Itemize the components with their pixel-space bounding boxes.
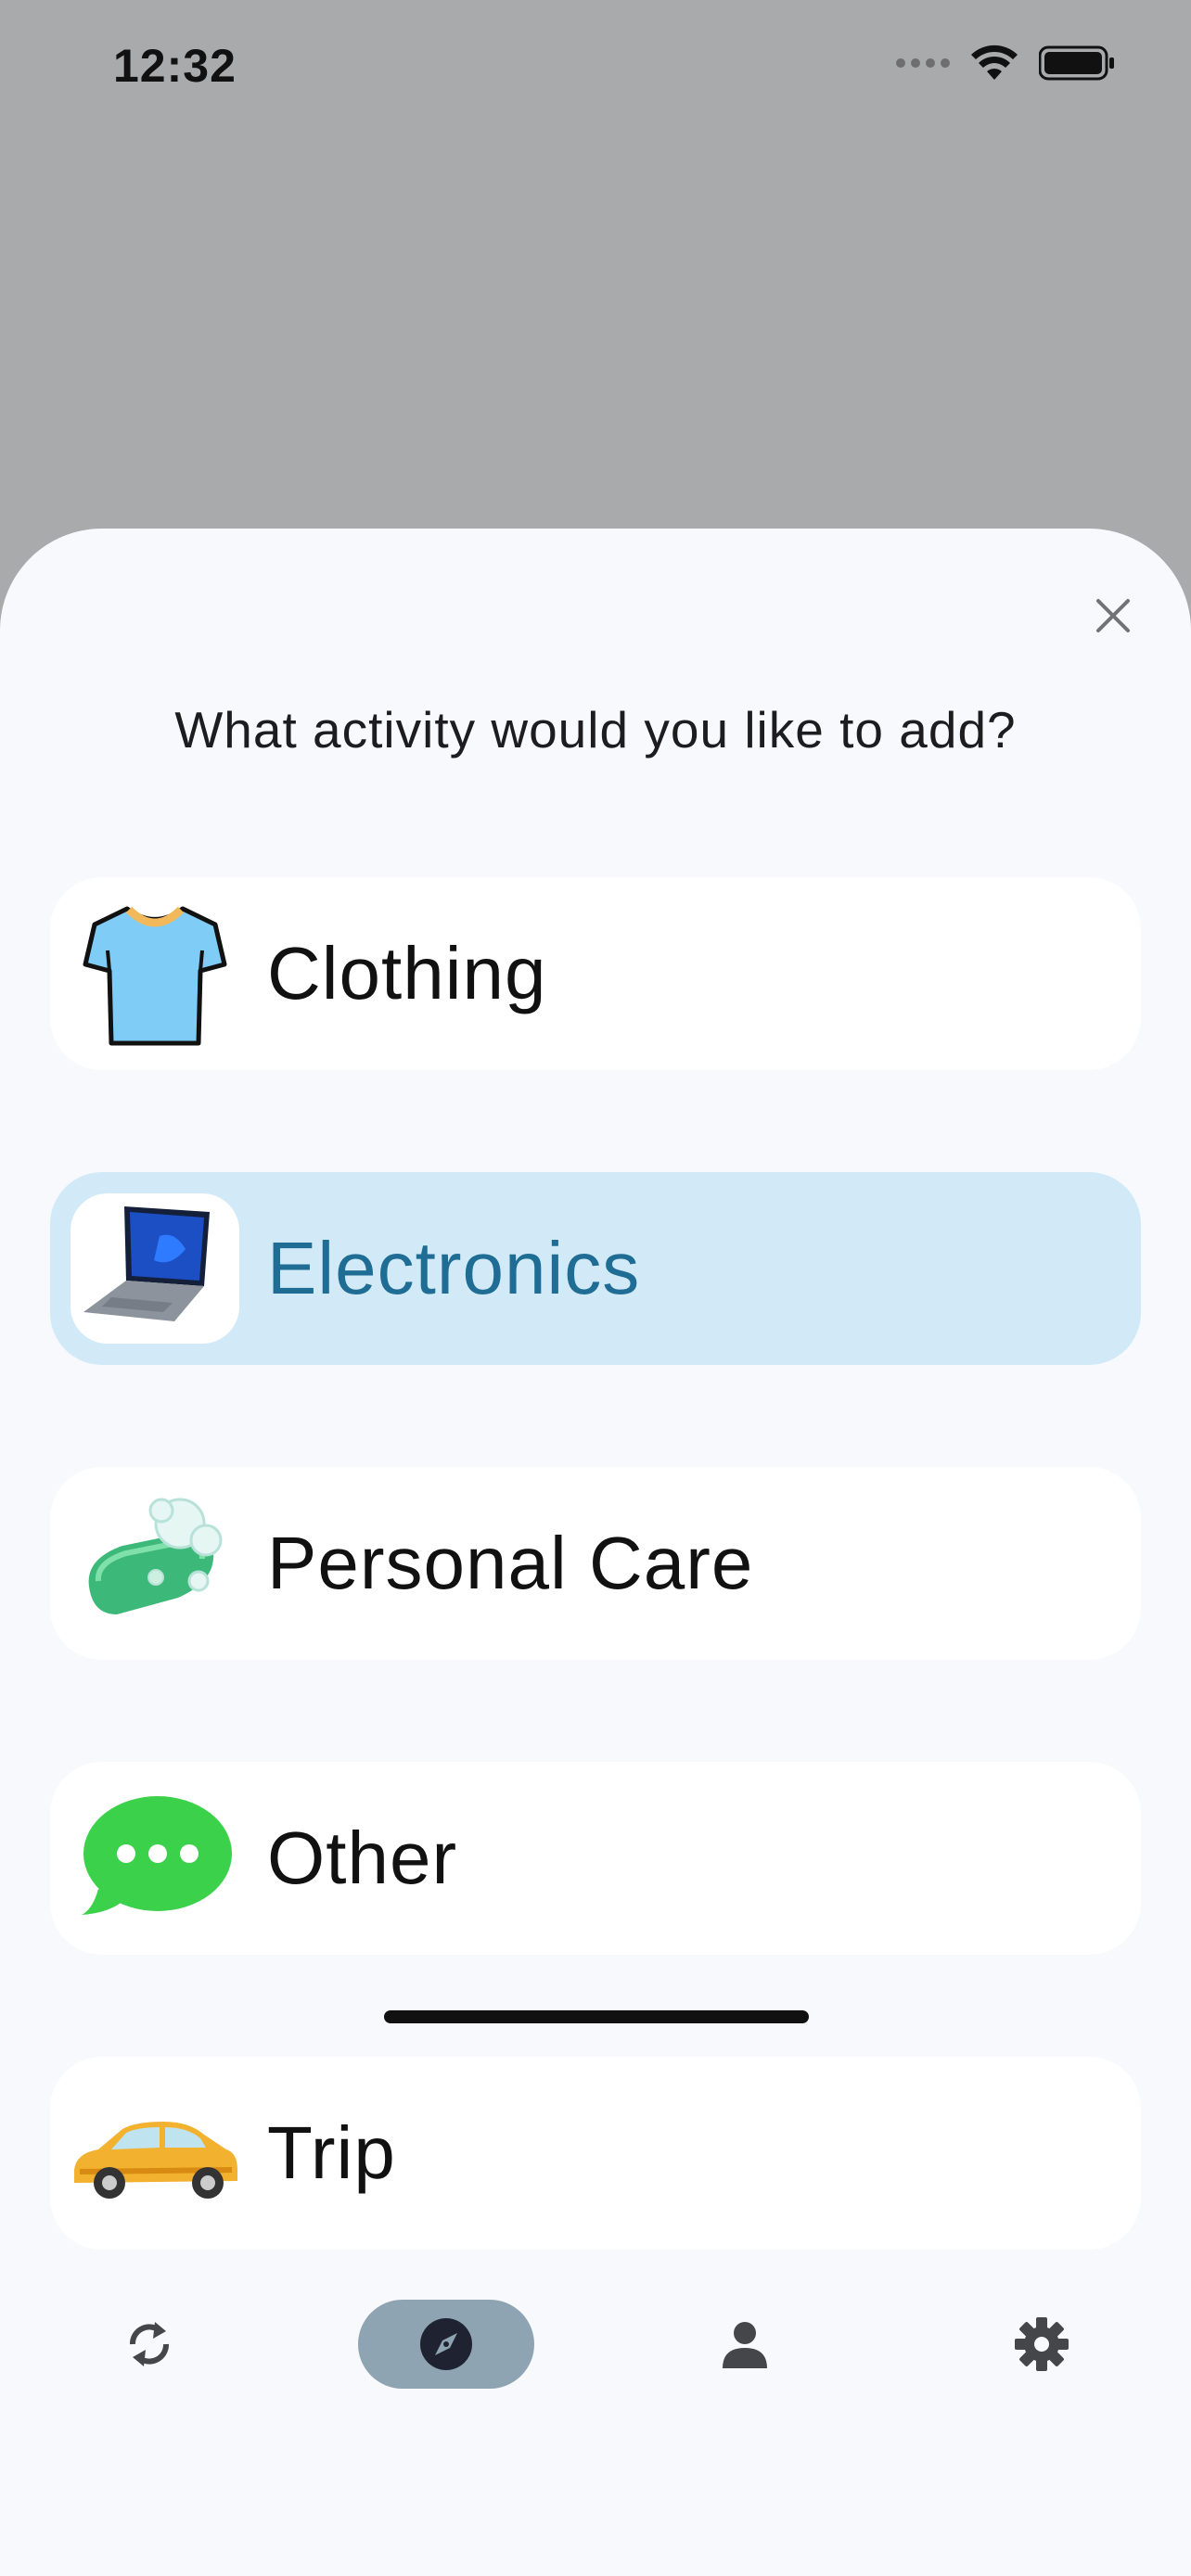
- laptop-icon: [70, 1184, 239, 1353]
- status-bar: 12:32: [0, 0, 1191, 139]
- option-trip[interactable]: Trip: [50, 2057, 1141, 2250]
- tshirt-icon: [70, 889, 239, 1058]
- battery-icon: [1039, 45, 1114, 81]
- soap-icon: [70, 1479, 239, 1648]
- nav-explore[interactable]: [358, 2300, 534, 2389]
- sheet-prompt: What activity would you like to add?: [174, 701, 1017, 759]
- option-label-other: Other: [267, 1817, 458, 1899]
- option-label-trip: Trip: [267, 2111, 396, 2194]
- option-personal-care[interactable]: Personal Care: [50, 1467, 1141, 1660]
- option-label-clothing: Clothing: [267, 932, 547, 1014]
- option-clothing[interactable]: Clothing: [50, 877, 1141, 1070]
- chat-bubble-icon: [70, 1774, 239, 1943]
- status-icons: [896, 45, 1115, 82]
- option-other[interactable]: Other: [50, 1762, 1141, 1955]
- nav-sync[interactable]: [61, 2300, 237, 2389]
- cellular-signal-icon: [896, 58, 950, 68]
- nav-settings[interactable]: [954, 2300, 1130, 2389]
- bottom-nav: [0, 2263, 1191, 2429]
- activity-sheet: What activity would you like to add? Clo…: [0, 529, 1191, 2576]
- wifi-icon: [971, 45, 1018, 80]
- person-icon: [723, 2322, 767, 2368]
- car-icon: [70, 2069, 239, 2238]
- gear-icon: [1015, 2317, 1069, 2371]
- sync-icon: [130, 2322, 169, 2366]
- close-button[interactable]: [1083, 586, 1143, 645]
- close-icon: [1096, 599, 1130, 632]
- option-label-electronics: Electronics: [267, 1227, 641, 1309]
- compass-icon: [420, 2318, 472, 2370]
- status-time: 12:32: [113, 40, 237, 92]
- option-label-personal-care: Personal Care: [267, 1522, 754, 1604]
- option-electronics[interactable]: Electronics: [50, 1172, 1141, 1365]
- nav-profile[interactable]: [657, 2300, 833, 2389]
- home-indicator: [384, 2010, 809, 2023]
